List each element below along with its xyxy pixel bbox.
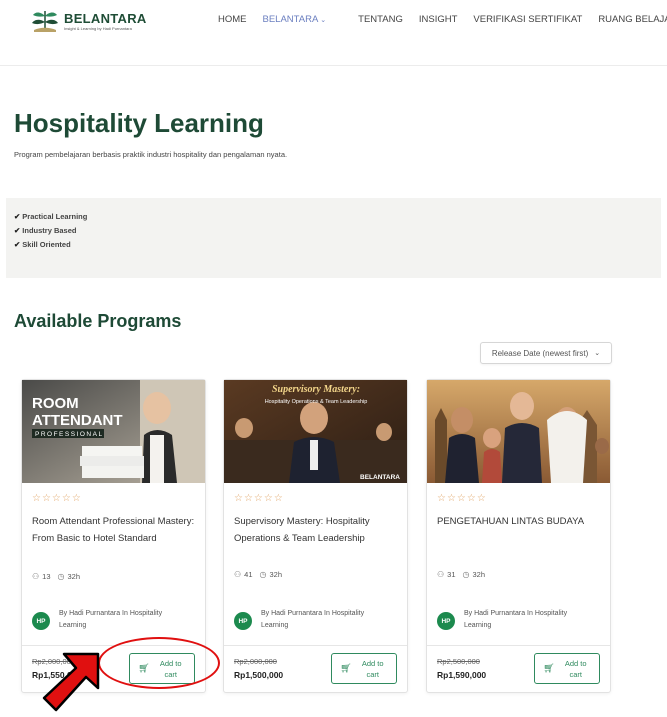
divider [427, 645, 610, 646]
course-title[interactable]: Supervisory Mastery: Hospitality Operati… [234, 513, 399, 547]
image-label: Supervisory Mastery: [272, 384, 360, 395]
image-label: BELANTARA [360, 474, 400, 481]
author-text: By Hadi Purnantara In Hospitality Learni… [261, 610, 365, 629]
original-price: Rp2,500,000 [437, 657, 480, 666]
rating-stars: ☆☆☆☆☆ [437, 493, 487, 504]
sort-select[interactable]: Release Date (newest first) ⌄ [480, 342, 612, 364]
page-description: Program pembelajaran berbasis praktik in… [14, 150, 288, 159]
clock-icon: ◷ [462, 570, 470, 579]
feature-item: ✔ Industry Based [14, 226, 77, 235]
course-title[interactable]: PENGETAHUAN LINTAS BUDAYA [437, 513, 602, 530]
chevron-down-icon: ⌄ [320, 17, 327, 24]
image-label: PROFESSIONAL [35, 431, 104, 438]
clock-icon: ◷ [259, 570, 267, 579]
rating-stars: ☆☆☆☆☆ [32, 493, 82, 504]
rating-stars: ☆☆☆☆☆ [234, 493, 284, 504]
author-text: By Hadi Purnantara In Hospitality Learni… [464, 610, 568, 629]
student-count: 31 [447, 570, 456, 579]
image-label: ATTENDANT [32, 412, 123, 429]
image-label: Hospitality Operations & Team Leadership [265, 399, 368, 405]
avatar: HP [437, 612, 455, 630]
student-count: 41 [244, 570, 253, 579]
course-author: HP By Hadi Purnantara In Hospitality Lea… [234, 608, 381, 632]
author-text: By Hadi Purnantara In Hospitality Learni… [59, 610, 163, 629]
site-header: BELANTARA Insight & Learning by Hadi Pur… [0, 0, 667, 66]
avatar: HP [32, 612, 50, 630]
chevron-down-icon: ⌄ [594, 350, 601, 357]
duration: 32h [67, 572, 81, 581]
feature-list: ✔ Practical Learning ✔ Industry Based ✔ Ski… [6, 198, 661, 278]
duration: 32h [472, 570, 486, 579]
duration: 32h [269, 570, 283, 579]
student-count: 13 [42, 572, 51, 581]
nav-belantara[interactable]: BELANTARA ⌄ [263, 14, 343, 25]
program-card[interactable]: ☆☆☆☆☆ PENGETAHUAN LINTAS BUDAYA ⚇ 31 ◷ 3… [426, 379, 611, 693]
image-label: ROOM [32, 395, 79, 412]
brand-logo[interactable]: BELANTARA Insight & Learning by Hadi Pur… [30, 8, 147, 34]
user-icon: ⚇ [437, 570, 445, 579]
check-icon: ✔ [14, 212, 21, 221]
course-meta: ⚇ 31 ◷ 32h [437, 570, 485, 579]
course-thumbnail[interactable]: ROOM ATTENDANT PROFESSIONAL [22, 380, 205, 483]
course-author: HP By Hadi Purnantara In Hospitality Lea… [437, 608, 584, 632]
cart-icon: 🛒︎ [340, 663, 352, 673]
avatar: HP [234, 612, 252, 630]
nav-verifikasi-sertifikat[interactable]: VERIFIKASI SERTIFIKAT [473, 14, 582, 25]
feature-item: ✔ Skill Oriented [14, 240, 71, 249]
check-icon: ✔ [14, 240, 21, 249]
page-title: Hospitality Learning [14, 108, 264, 138]
course-thumbnail[interactable] [427, 380, 610, 483]
course-thumbnail[interactable]: Supervisory Mastery: Hospitality Operati… [224, 380, 407, 483]
course-author: HP By Hadi Purnantara In Hospitality Lea… [32, 608, 179, 632]
main-nav: HOME BELANTARA ⌄ TENTANG INSIGHT VERIFIKA… [218, 14, 667, 25]
feature-item: ✔ Practical Learning [14, 212, 88, 221]
course-meta: ⚇ 41 ◷ 32h [234, 570, 282, 579]
nav-ruang-belajar[interactable]: RUANG BELAJAR [598, 14, 667, 25]
brand-tagline: Insight & Learning by Hadi Purnantara [64, 25, 132, 31]
highlight-ellipse [98, 637, 220, 689]
add-to-cart-button[interactable]: 🛒︎ Add to cart [331, 653, 397, 684]
section-title: Available Programs [14, 311, 182, 331]
nav-home[interactable]: HOME [218, 14, 247, 25]
sort-label: Release Date (newest first) [491, 348, 589, 358]
cart-icon: 🛒︎ [543, 663, 555, 673]
user-icon: ⚇ [32, 572, 40, 581]
program-card[interactable]: Supervisory Mastery: Hospitality Operati… [223, 379, 408, 693]
nav-insight[interactable]: INSIGHT [419, 14, 458, 25]
logo-leaf-icon [30, 8, 60, 34]
sale-price: Rp1,500,000 [234, 670, 284, 680]
user-icon: ⚇ [234, 570, 242, 579]
add-to-cart-button[interactable]: 🛒︎ Add to cart [534, 653, 600, 684]
pointer-arrow-icon [42, 652, 100, 712]
original-price: Rp2,000,000 [234, 657, 277, 666]
brand-name: BELANTARA [64, 10, 147, 26]
course-title[interactable]: Room Attendant Professional Mastery: Fro… [32, 513, 197, 547]
clock-icon: ◷ [57, 572, 65, 581]
nav-tentang[interactable]: TENTANG [358, 14, 403, 25]
check-icon: ✔ [14, 226, 21, 235]
divider [224, 645, 407, 646]
sale-price: Rp1,590,000 [437, 670, 487, 680]
course-meta: ⚇ 13 ◷ 32h [32, 572, 80, 581]
